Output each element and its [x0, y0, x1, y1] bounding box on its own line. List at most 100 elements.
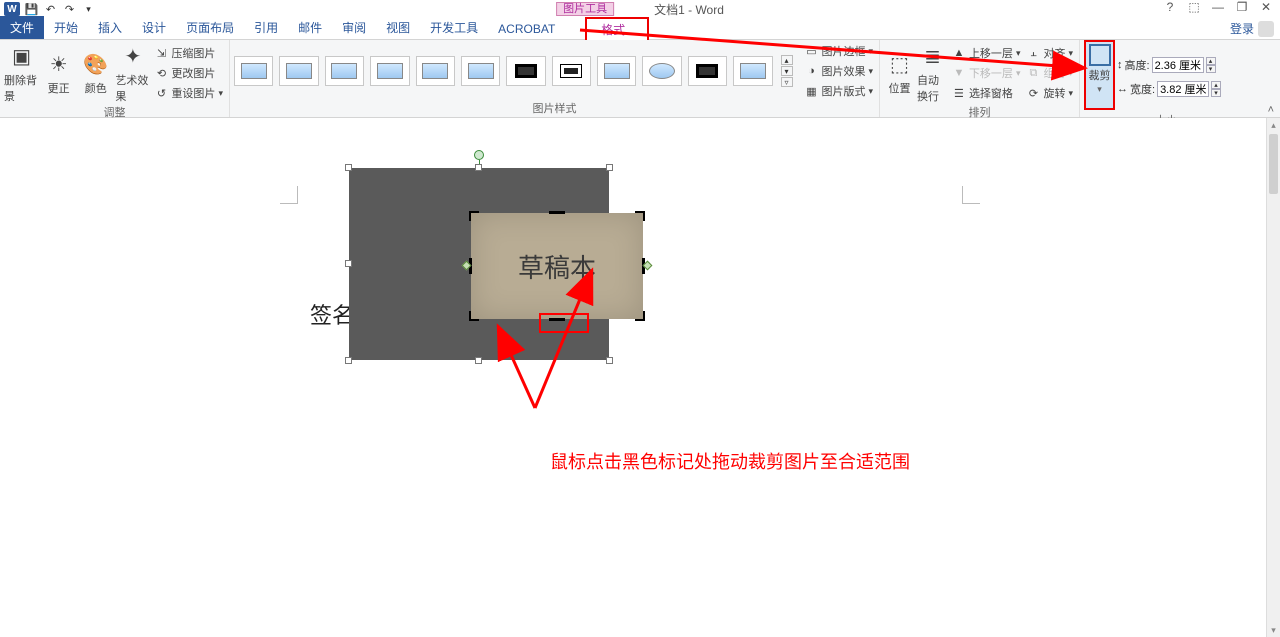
change-picture-button[interactable]: ⟲更改图片: [152, 64, 225, 82]
groupop-label: 组合: [1043, 65, 1065, 81]
tab-references[interactable]: 引用: [244, 16, 288, 39]
resize-handle[interactable]: [345, 164, 352, 171]
crop-region[interactable]: 草稿本: [471, 213, 643, 319]
ribbon: ▣删除背景 ☀更正 🎨颜色 ✦艺术效果 ⇲压缩图片 ⟲更改图片 ↺重设图片▾ 调…: [0, 40, 1280, 118]
width-icon: ↔: [1117, 83, 1128, 95]
document-area: 签名： 草稿本: [0, 118, 1280, 637]
tab-file[interactable]: 文件: [0, 16, 44, 39]
crop-handle[interactable]: [635, 211, 645, 221]
gallery-more-icon[interactable]: ▿: [781, 77, 793, 87]
tab-review[interactable]: 审阅: [332, 16, 376, 39]
save-icon[interactable]: 💾: [24, 2, 39, 17]
picture-layout-button[interactable]: ▦图片版式▾: [803, 82, 876, 100]
bring-forward-button[interactable]: ▲上移一层▾: [950, 44, 1023, 62]
change-icon: ⟲: [154, 66, 168, 80]
align-button[interactable]: ⫠对齐▾: [1024, 44, 1075, 62]
style-thumb-11[interactable]: [688, 56, 727, 86]
tab-insert[interactable]: 插入: [88, 16, 132, 39]
style-thumb-7[interactable]: [506, 56, 545, 86]
crop-handle[interactable]: [549, 211, 565, 214]
scroll-up-icon[interactable]: ▴: [1267, 118, 1280, 132]
restore-icon[interactable]: ❐: [1234, 0, 1250, 14]
minimize-icon[interactable]: —: [1210, 0, 1226, 14]
resize-handle[interactable]: [606, 164, 613, 171]
style-thumb-12[interactable]: [733, 56, 772, 86]
scroll-thumb[interactable]: [1269, 134, 1278, 194]
crop-handle[interactable]: [635, 311, 645, 321]
tab-layout[interactable]: 页面布局: [176, 16, 244, 39]
crop-handle[interactable]: [469, 311, 479, 321]
height-down-icon[interactable]: ▾: [1206, 65, 1216, 73]
gallery-up-icon[interactable]: ▴: [781, 55, 793, 65]
login-label: 登录: [1230, 20, 1254, 37]
crop-button[interactable]: 裁剪 ▾: [1084, 40, 1115, 110]
picture-border-button[interactable]: ▭图片边框▾: [803, 42, 876, 60]
style-thumb-5[interactable]: [416, 56, 455, 86]
send-backward-button[interactable]: ▼下移一层▾: [950, 64, 1023, 82]
login-link[interactable]: 登录: [1230, 20, 1274, 37]
tab-format[interactable]: 格式: [585, 17, 649, 40]
resize-handle[interactable]: [475, 164, 482, 171]
resize-handle[interactable]: [606, 357, 613, 364]
title-center: 图片工具 文档1 - Word: [556, 1, 724, 18]
page-corner-marker: [962, 186, 980, 204]
style-thumb-10[interactable]: [642, 56, 681, 86]
position-label: 位置: [888, 80, 910, 96]
picture-effects-button[interactable]: ◑图片效果▾: [803, 62, 876, 80]
corrections-label: 更正: [48, 80, 70, 96]
tab-mail[interactable]: 邮件: [288, 16, 332, 39]
undo-icon[interactable]: ↶: [43, 2, 58, 17]
tab-devtools[interactable]: 开发工具: [420, 16, 488, 39]
style-thumb-9[interactable]: [597, 56, 636, 86]
resize-handle[interactable]: [475, 357, 482, 364]
vertical-scrollbar[interactable]: ▴ ▾: [1266, 118, 1280, 637]
height-up-icon[interactable]: ▴: [1206, 57, 1216, 65]
reset-picture-button[interactable]: ↺重设图片▾: [152, 84, 225, 102]
position-button[interactable]: ⬚位置: [884, 50, 915, 96]
effects-icon: ◑: [805, 64, 819, 78]
crop-handle[interactable]: [469, 211, 479, 221]
annotation-text: 鼠标点击黑色标记处拖动裁剪图片至合适范围: [550, 448, 910, 474]
height-input[interactable]: [1152, 57, 1204, 73]
width-down-icon[interactable]: ▾: [1211, 89, 1221, 97]
avatar-icon: [1258, 21, 1274, 37]
style-thumb-1[interactable]: [234, 56, 273, 86]
style-thumb-3[interactable]: [325, 56, 364, 86]
corrections-button[interactable]: ☀更正: [41, 50, 76, 96]
redo-icon[interactable]: ↷: [62, 2, 77, 17]
style-thumb-2[interactable]: [279, 56, 318, 86]
rotate-handle-icon[interactable]: [474, 150, 484, 160]
collapse-ribbon-icon[interactable]: ˄: [1268, 104, 1274, 116]
help-icon[interactable]: ?: [1162, 0, 1178, 14]
width-input[interactable]: [1157, 81, 1209, 97]
width-up-icon[interactable]: ▴: [1211, 81, 1221, 89]
pane-icon: ☰: [952, 86, 966, 100]
group-size: 裁剪 ▾ ↕ 高度: ▴▾ ↔ 宽度: ▴▾ 大小: [1080, 40, 1252, 117]
tab-view[interactable]: 视图: [376, 16, 420, 39]
gallery-down-icon[interactable]: ▾: [781, 66, 793, 76]
close-icon[interactable]: ✕: [1258, 0, 1274, 14]
compress-button[interactable]: ⇲压缩图片: [152, 44, 225, 62]
style-thumb-8[interactable]: [552, 56, 591, 86]
style-thumb-6[interactable]: [461, 56, 500, 86]
width-field: ↔ 宽度: ▴▾: [1117, 81, 1221, 97]
tab-design[interactable]: 设计: [132, 16, 176, 39]
qat-more-icon[interactable]: ▾: [81, 2, 96, 17]
ribbon-display-icon[interactable]: ⬚: [1186, 0, 1202, 14]
selection-pane-button[interactable]: ☰选择窗格: [950, 84, 1023, 102]
resize-handle[interactable]: [345, 260, 352, 267]
selected-image[interactable]: 草稿本: [349, 168, 609, 360]
remove-background-button[interactable]: ▣删除背景: [4, 42, 39, 104]
color-label: 颜色: [85, 80, 107, 96]
style-thumb-4[interactable]: [370, 56, 409, 86]
crop-dropdown-icon[interactable]: ▾: [1097, 84, 1102, 95]
resize-handle[interactable]: [345, 357, 352, 364]
color-button[interactable]: 🎨颜色: [78, 50, 113, 96]
tab-home[interactable]: 开始: [44, 16, 88, 39]
tab-acrobat[interactable]: ACROBAT: [488, 19, 565, 39]
wrap-button[interactable]: ≣自动换行: [917, 42, 948, 104]
group-button[interactable]: ⧉组合▾: [1024, 64, 1075, 82]
artistic-button[interactable]: ✦艺术效果: [115, 42, 150, 104]
scroll-down-icon[interactable]: ▾: [1267, 623, 1280, 637]
rotate-button[interactable]: ⟳旋转▾: [1024, 84, 1075, 102]
